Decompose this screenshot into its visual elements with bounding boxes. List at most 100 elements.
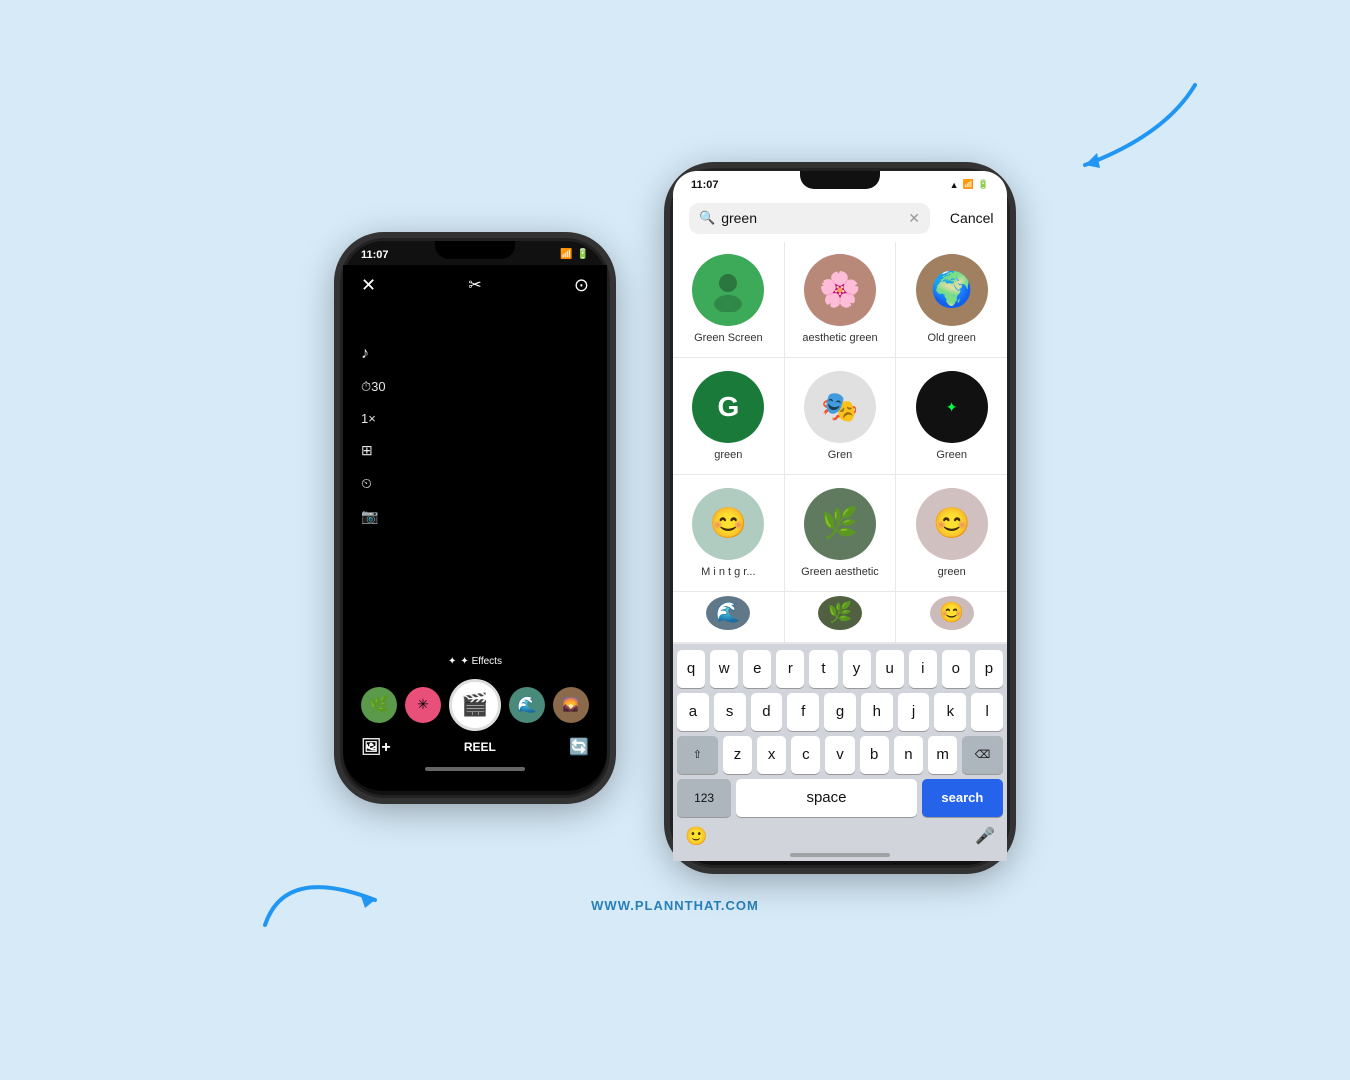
effect-green3-avatar: 😊	[916, 488, 988, 560]
website-footer: WWW.PLANNTHAT.COM	[591, 898, 759, 913]
effect-row4-2[interactable]: 🌿	[785, 592, 896, 642]
search-row: 🔍 ✕ Cancel	[673, 195, 1007, 242]
left-status-icons: 📶 🔋	[560, 249, 589, 260]
effect-green-g-label: green	[714, 449, 742, 461]
effect-green-g-avatar: G	[692, 371, 764, 443]
effects-grid: Green Screen 🌸 aesthetic green 🌍 Old gre…	[673, 242, 1007, 644]
camera-icon[interactable]: 📷	[361, 508, 386, 525]
key-i[interactable]: i	[909, 650, 937, 688]
effect-row4-1[interactable]: 🌊	[673, 592, 784, 642]
mic-button[interactable]: 🎤	[975, 826, 995, 847]
key-j[interactable]: j	[898, 693, 930, 731]
effect-mint-avatar: 😊	[692, 488, 764, 560]
effect-aesthetic-green-avatar: 🌸	[804, 254, 876, 326]
right-phone: 11:07 ▲ 📶 🔋 🔍 ✕ Cancel	[670, 168, 1010, 868]
keyboard-row-2: a s d f g h j k l	[677, 693, 1003, 731]
effect-green-g[interactable]: G green	[673, 358, 784, 474]
keyboard-row-1: q w e r t y u i o p	[677, 650, 1003, 688]
key-backspace[interactable]: ⌫	[962, 736, 1003, 774]
key-c[interactable]: c	[791, 736, 820, 774]
effect-row4-3[interactable]: 😊	[896, 592, 1007, 642]
bottom-icons-row: 🌿 ✳ 🎬 🌊 🌄	[357, 679, 593, 731]
effects-star-icon: ✦	[448, 656, 456, 667]
key-search[interactable]: search	[922, 779, 1003, 817]
close-button[interactable]: ✕	[361, 275, 376, 296]
effect-brown-icon[interactable]: 🌄	[553, 687, 589, 723]
key-h[interactable]: h	[861, 693, 893, 731]
effect-green-dark[interactable]: ✦ Green	[896, 358, 1007, 474]
effect-green-aesthetic[interactable]: 🌿 Green aesthetic	[785, 475, 896, 591]
key-k[interactable]: k	[934, 693, 966, 731]
effect-green3[interactable]: 😊 green	[896, 475, 1007, 591]
effect-gren[interactable]: 🎭 Gren	[785, 358, 896, 474]
gallery-icon[interactable]: 🖼+	[361, 737, 391, 757]
right-home-indicator	[790, 853, 890, 857]
key-w[interactable]: w	[710, 650, 738, 688]
search-bar: 🔍 ✕	[689, 203, 930, 234]
keyboard-row-4: 123 space search	[677, 779, 1003, 817]
layout-icon[interactable]: ⊞	[361, 442, 386, 459]
key-shift[interactable]: ⇧	[677, 736, 718, 774]
right-phone-body: 🔍 ✕ Cancel Green Screen 🌸	[673, 195, 1007, 861]
key-b[interactable]: b	[860, 736, 889, 774]
keyboard: q w e r t y u i o p a s d f g h	[673, 644, 1007, 861]
key-r[interactable]: r	[776, 650, 804, 688]
settings-icon[interactable]: ⊙	[574, 275, 589, 296]
key-s[interactable]: s	[714, 693, 746, 731]
effect-green-screen-avatar	[692, 254, 764, 326]
effect-teal-icon[interactable]: 🌊	[509, 687, 545, 723]
effect-mint[interactable]: 😊 M i n t g r...	[673, 475, 784, 591]
effect-pink-icon[interactable]: ✳	[405, 687, 441, 723]
effect-gren-label: Gren	[828, 449, 852, 461]
key-m[interactable]: m	[928, 736, 957, 774]
effect-green-dark-avatar: ✦	[916, 371, 988, 443]
key-p[interactable]: p	[975, 650, 1003, 688]
cancel-button[interactable]: Cancel	[950, 210, 994, 226]
key-q[interactable]: q	[677, 650, 705, 688]
key-space[interactable]: space	[736, 779, 917, 817]
search-input[interactable]	[721, 210, 902, 226]
left-notch	[435, 241, 515, 259]
effect-green-icon[interactable]: 🌿	[361, 687, 397, 723]
clear-button[interactable]: ✕	[908, 210, 920, 227]
effect-green3-label: green	[938, 566, 966, 578]
key-t[interactable]: t	[809, 650, 837, 688]
left-phone: 11:07 📶 🔋 ✕ ✂ ⊙ ♪ ⏱30 1× ⊞ ⏲ 📷	[340, 238, 610, 798]
left-time: 11:07	[361, 249, 389, 261]
key-e[interactable]: e	[743, 650, 771, 688]
home-indicator	[425, 767, 525, 771]
key-a[interactable]: a	[677, 693, 709, 731]
key-g[interactable]: g	[824, 693, 856, 731]
effect-row4-1-avatar: 🌊	[706, 596, 750, 630]
key-f[interactable]: f	[787, 693, 819, 731]
key-u[interactable]: u	[876, 650, 904, 688]
key-l[interactable]: l	[971, 693, 1003, 731]
key-n[interactable]: n	[894, 736, 923, 774]
effect-old-green[interactable]: 🌍 Old green	[896, 242, 1007, 358]
effect-aesthetic-green[interactable]: 🌸 aesthetic green	[785, 242, 896, 358]
effect-green-dark-label: Green	[936, 449, 967, 461]
effects-badge[interactable]: ✦ ✦ Effects	[438, 652, 512, 671]
key-y[interactable]: y	[843, 650, 871, 688]
emoji-button[interactable]: 🙂	[685, 826, 707, 847]
effect-green-screen-label: Green Screen	[694, 332, 762, 344]
scissors-icon[interactable]: ✂	[468, 275, 481, 295]
music-icon[interactable]: ♪	[361, 345, 386, 363]
effect-old-green-label: Old green	[928, 332, 976, 344]
effect-green-screen[interactable]: Green Screen	[673, 242, 784, 358]
effect-gren-avatar: 🎭	[804, 371, 876, 443]
key-z[interactable]: z	[723, 736, 752, 774]
effect-green-aesthetic-label: Green aesthetic	[801, 566, 879, 578]
key-v[interactable]: v	[825, 736, 854, 774]
flip-camera-icon[interactable]: 🔄	[569, 737, 589, 757]
speed-1x-icon[interactable]: 1×	[361, 411, 386, 426]
key-d[interactable]: d	[751, 693, 783, 731]
key-o[interactable]: o	[942, 650, 970, 688]
effect-main-reel-icon[interactable]: 🎬	[449, 679, 501, 731]
key-123[interactable]: 123	[677, 779, 731, 817]
arrow-left-annotation	[255, 845, 415, 945]
key-x[interactable]: x	[757, 736, 786, 774]
timer-30-icon[interactable]: ⏱30	[361, 379, 386, 395]
countdown-icon[interactable]: ⏲	[361, 475, 386, 492]
left-side-icons: ♪ ⏱30 1× ⊞ ⏲ 📷	[361, 345, 386, 525]
